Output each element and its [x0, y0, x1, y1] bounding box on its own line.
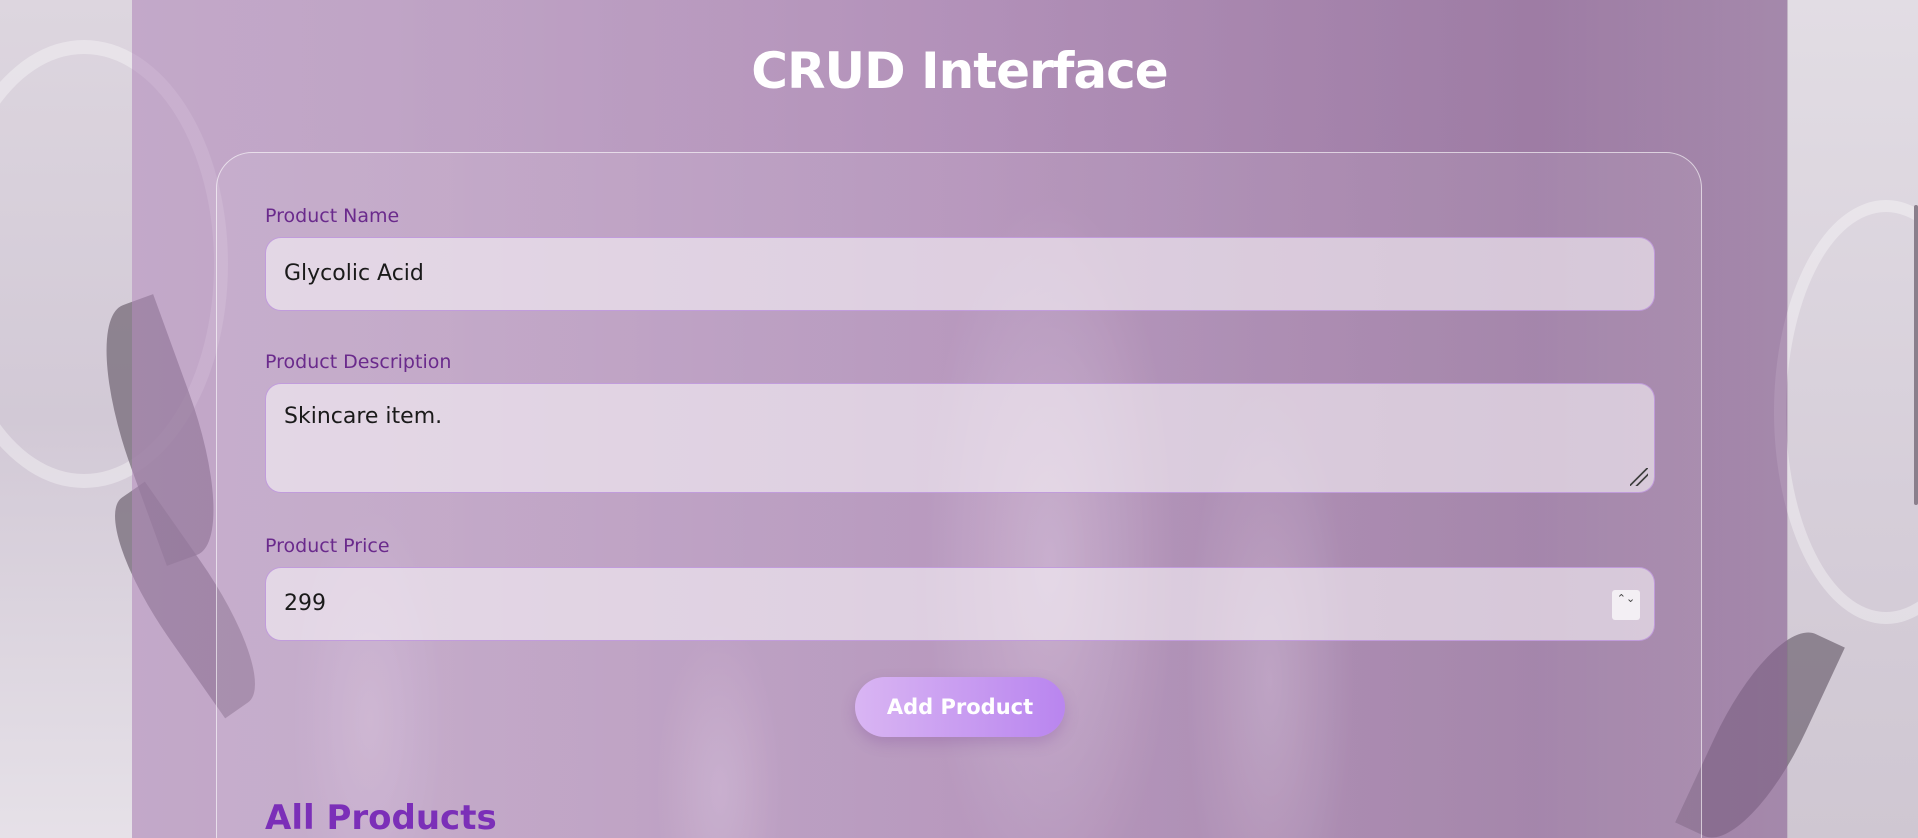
- page: CRUD Interface Product Name Glycolic Aci…: [0, 0, 1918, 838]
- product-price-value: 299: [284, 591, 326, 616]
- number-spinner-icon[interactable]: ⌃⌄: [1612, 590, 1640, 620]
- scrollbar-thumb[interactable]: [1914, 205, 1918, 505]
- product-name-input[interactable]: Glycolic Acid: [265, 237, 1655, 311]
- all-products-heading: All Products: [265, 798, 497, 838]
- product-description-value: Skincare item.: [284, 404, 443, 429]
- page-title: CRUD Interface: [751, 42, 1168, 100]
- resize-grip-icon[interactable]: [1630, 468, 1648, 486]
- left-background-panel: [0, 0, 228, 838]
- product-description-label: Product Description: [265, 351, 452, 373]
- arch-decoration: [1774, 200, 1918, 624]
- product-price-label: Product Price: [265, 535, 390, 557]
- product-price-input[interactable]: 299 ⌃⌄: [265, 567, 1655, 641]
- product-name-label: Product Name: [265, 205, 400, 227]
- scrollbar[interactable]: [1912, 0, 1918, 838]
- add-product-button[interactable]: Add Product: [855, 677, 1065, 737]
- spinner-glyph: ⌃⌄: [1616, 592, 1636, 605]
- product-description-textarea[interactable]: Skincare item.: [265, 383, 1655, 493]
